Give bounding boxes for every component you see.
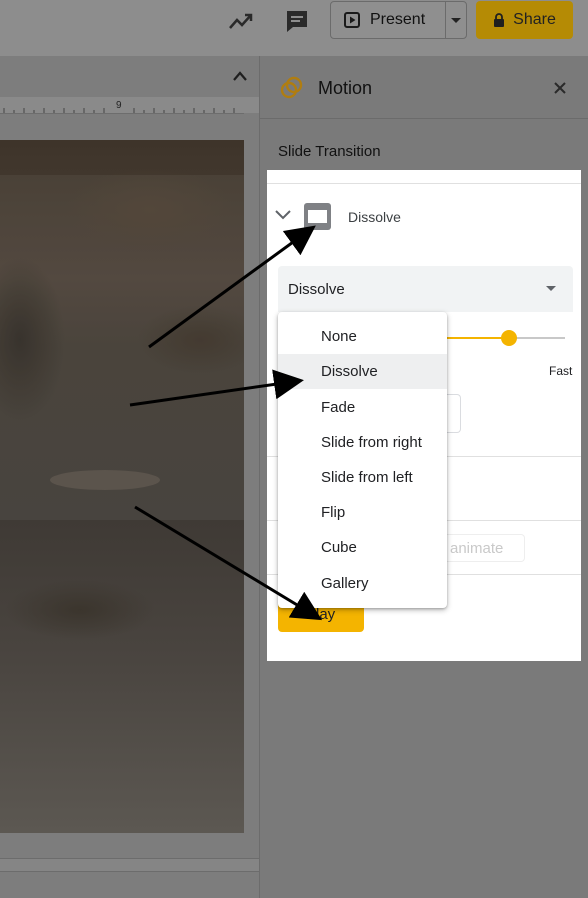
caret-down-icon [546, 286, 556, 291]
motion-logo-icon [280, 76, 303, 99]
menu-item-slide-from-left[interactable]: Slide from left [278, 460, 447, 495]
close-icon[interactable] [552, 80, 568, 96]
transition-type-menu: None Dissolve Fade Slide from right Slid… [278, 312, 447, 608]
selected-transition-value: Dissolve [288, 280, 345, 298]
present-options-dropdown[interactable] [445, 1, 467, 39]
menu-item-dissolve[interactable]: Dissolve [278, 354, 447, 389]
panel-divider [260, 118, 588, 119]
present-button[interactable]: Present [330, 1, 446, 39]
slide-thumbnail-icon [304, 203, 331, 230]
trending-up-icon[interactable] [228, 10, 254, 32]
chevron-up-icon[interactable] [232, 70, 248, 82]
present-play-icon [344, 12, 360, 28]
lock-icon [494, 13, 505, 27]
chevron-down-icon[interactable] [274, 209, 292, 221]
add-animation-button[interactable]: animate [440, 534, 525, 562]
menu-item-fade[interactable]: Fade [278, 390, 447, 425]
menu-item-none[interactable]: None [278, 319, 447, 354]
animate-label: animate [450, 539, 504, 557]
menu-item-gallery[interactable]: Gallery [278, 566, 447, 601]
speed-slider-thumb[interactable] [501, 330, 517, 346]
transition-type-select[interactable]: Dissolve [278, 266, 573, 312]
play-label: Play [306, 605, 336, 623]
menu-item-slide-from-right[interactable]: Slide from right [278, 425, 447, 460]
menu-item-flip[interactable]: Flip [278, 495, 447, 530]
ruler-number: 9 [116, 100, 122, 111]
speed-fast-label: Fast [549, 364, 573, 378]
card-divider [267, 183, 581, 184]
share-button[interactable]: Share [476, 1, 573, 39]
present-label: Present [370, 11, 426, 28]
photo-rock [50, 470, 160, 490]
panel-title: Motion [318, 78, 373, 98]
speed-slider-fill [445, 337, 509, 339]
transition-name: Dissolve [348, 209, 401, 225]
menu-item-cube[interactable]: Cube [278, 530, 447, 565]
photo-highlight-band [0, 175, 244, 520]
horizontal-ruler [0, 97, 244, 114]
section-label: Slide Transition [278, 143, 381, 160]
ruler-end [244, 97, 259, 113]
comment-icon[interactable] [284, 8, 310, 34]
horizontal-scrollbar[interactable] [0, 858, 259, 872]
share-label: Share [513, 11, 556, 28]
